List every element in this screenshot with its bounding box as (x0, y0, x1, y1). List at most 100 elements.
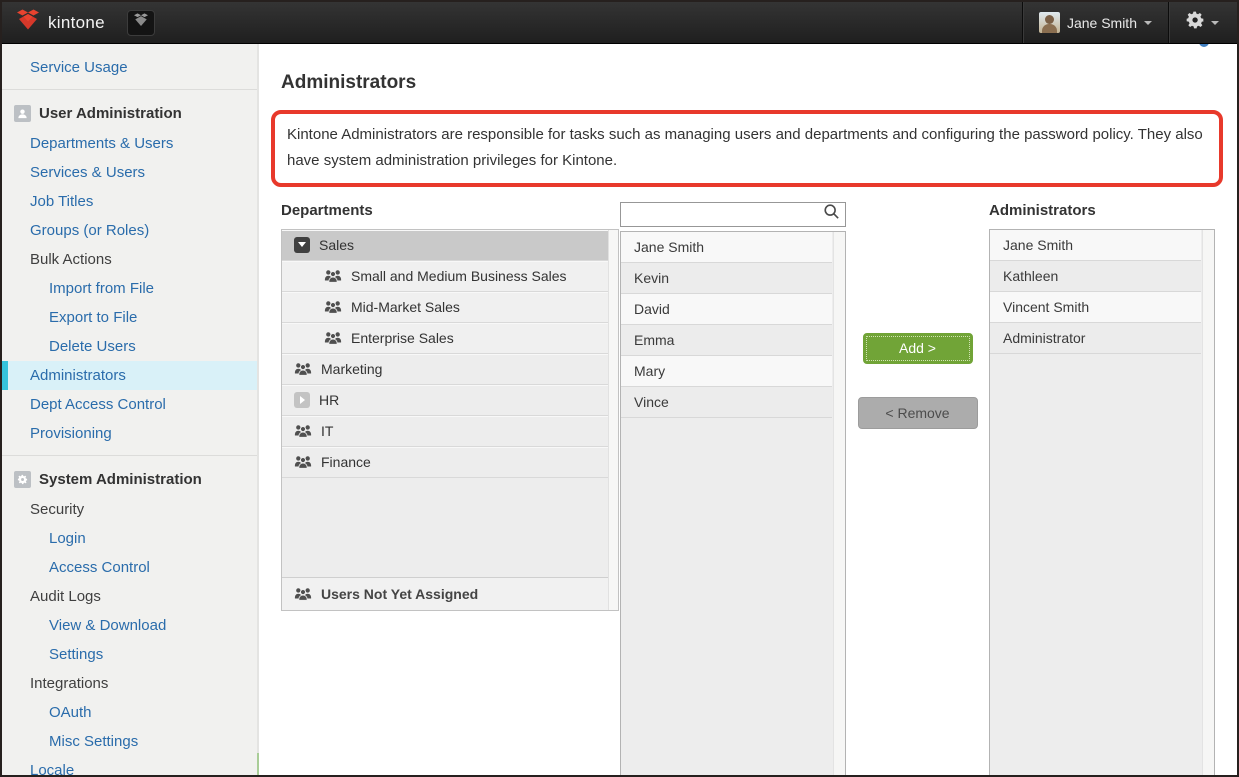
app-body: Service Usage User Administration Departme… (2, 44, 1237, 777)
sidebar-section-system-administration: System Administration (2, 463, 257, 495)
people-icon (294, 454, 312, 469)
user-list-scrollbar[interactable] (833, 232, 845, 777)
sidebar-item-services-users[interactable]: Services & Users (2, 158, 257, 187)
department-row-users-not-yet-assigned[interactable]: Users Not Yet Assigned (282, 577, 608, 610)
sidebar-item-misc-settings[interactable]: Misc Settings (2, 727, 257, 756)
sidebar-item-export-to-file[interactable]: Export to File (2, 303, 257, 332)
user-search-box (620, 202, 846, 227)
gear-badge-icon (14, 471, 31, 488)
departments-empty-area (282, 478, 608, 577)
chevron-down-icon (1144, 21, 1152, 25)
help-icon[interactable] (1199, 44, 1209, 47)
sidebar-item-settings[interactable]: Settings (2, 640, 257, 669)
departments-tree: Sales Small and Medium Business Sales Mid-… (281, 229, 619, 611)
admin-row-kathleen[interactable]: Kathleen (990, 261, 1201, 292)
department-label: Users Not Yet Assigned (321, 586, 478, 602)
triangle-down-icon[interactable] (294, 237, 310, 253)
topbar: kintone Jane Smith (2, 2, 1237, 44)
sidebar-item-view-download[interactable]: View & Download (2, 611, 257, 640)
sidebar-item-job-titles[interactable]: Job Titles (2, 187, 257, 216)
sidebar-item-bulk-actions: Bulk Actions (2, 245, 257, 274)
user-row-kevin[interactable]: Kevin (621, 263, 832, 294)
admin-row-administrator[interactable]: Administrator (990, 323, 1201, 354)
admin-row-jane-smith[interactable]: Jane Smith (990, 230, 1201, 261)
user-row-david[interactable]: David (621, 294, 832, 325)
page-description: Kintone Administrators are responsible f… (287, 126, 1203, 169)
department-row-hr[interactable]: HR (282, 385, 608, 416)
administrators-header: Administrators (989, 202, 1215, 229)
sidebar-divider (2, 455, 257, 456)
administrator-rows: Jane SmithKathleenVincent SmithAdministr… (990, 230, 1214, 354)
department-row-marketing[interactable]: Marketing (282, 354, 608, 385)
sidebar-item-access-control[interactable]: Access Control (2, 553, 257, 582)
person-badge-icon (14, 105, 31, 122)
department-row-it[interactable]: IT (282, 416, 608, 447)
main-content: Administrators Kintone Administrators ar… (259, 44, 1237, 777)
user-name: Jane Smith (1067, 15, 1137, 31)
admin-row-vincent-smith[interactable]: Vincent Smith (990, 292, 1201, 323)
transfer-buttons: Add > < Remove (846, 202, 989, 429)
user-list: Jane SmithKevinDavidEmmaMaryVince (620, 231, 846, 777)
user-row-emma[interactable]: Emma (621, 325, 832, 356)
administrators-list-scrollbar[interactable] (1202, 230, 1214, 777)
workspace-switcher-button[interactable] (127, 10, 155, 36)
people-icon (324, 299, 342, 314)
departments-column: Departments SalesSmall and Medium Busine… (281, 202, 619, 611)
administrators-list: Jane SmithKathleenVincent SmithAdministr… (989, 229, 1215, 777)
sidebar-section-user-administration: User Administration (2, 97, 257, 129)
user-menu-button[interactable]: Jane Smith (1022, 2, 1169, 43)
administrators-column: Administrators Jane SmithKathleenVincent… (989, 202, 1215, 777)
people-icon (324, 268, 342, 283)
sidebar-item-security: Security (2, 495, 257, 524)
department-row-mid-market-sales[interactable]: Mid-Market Sales (282, 292, 608, 323)
app-window: kintone Jane Smith (0, 0, 1239, 777)
sidebar-item-login[interactable]: Login (2, 524, 257, 553)
triangle-right-icon[interactable] (294, 392, 310, 408)
sidebar-section-label: User Administration (39, 105, 182, 122)
department-row-sales[interactable]: Sales (282, 230, 608, 261)
avatar (1039, 12, 1060, 33)
user-search-input[interactable] (621, 203, 822, 226)
department-row-small-and-medium-business-sales[interactable]: Small and Medium Business Sales (282, 261, 608, 292)
sidebar-item-delete-users[interactable]: Delete Users (2, 332, 257, 361)
chevron-down-icon (1211, 21, 1219, 25)
sidebar-section-label: System Administration (39, 471, 202, 488)
kintone-mark-icon (16, 9, 40, 36)
sidebar-item-audit-logs: Audit Logs (2, 582, 257, 611)
search-icon[interactable] (822, 202, 841, 226)
departments-list: Sales Small and Medium Business Sales Mid-… (282, 230, 618, 610)
settings-menu-button[interactable] (1169, 2, 1225, 43)
people-icon (324, 330, 342, 345)
sidebar-item-groups-or-roles[interactable]: Groups (or Roles) (2, 216, 257, 245)
topbar-right: Jane Smith (1022, 2, 1225, 43)
brand[interactable]: kintone (16, 9, 105, 36)
remove-button[interactable]: < Remove (858, 397, 978, 429)
sidebar-item-import-from-file[interactable]: Import from File (2, 274, 257, 303)
brand-name: kintone (48, 13, 105, 33)
sidebar-nav: Service Usage User Administration Departme… (2, 53, 257, 777)
department-row-enterprise-sales[interactable]: Enterprise Sales (282, 323, 608, 354)
add-button[interactable]: Add > (863, 333, 973, 364)
sidebar-item-oauth[interactable]: OAuth (2, 698, 257, 727)
user-rows: Jane SmithKevinDavidEmmaMaryVince (621, 232, 845, 418)
user-row-vince[interactable]: Vince (621, 387, 832, 418)
sidebar-item-administrators[interactable]: Administrators (2, 361, 257, 390)
admin-picker: Departments SalesSmall and Medium Busine… (281, 202, 1215, 777)
department-label: Marketing (321, 361, 382, 377)
department-row-finance[interactable]: Finance (282, 447, 608, 478)
user-row-mary[interactable]: Mary (621, 356, 832, 387)
sidebar-item-dept-access-control[interactable]: Dept Access Control (2, 390, 257, 419)
departments-scrollbar[interactable] (608, 230, 618, 610)
people-icon (294, 361, 312, 376)
sidebar-item-departments-users[interactable]: Departments & Users (2, 129, 257, 158)
people-icon (294, 423, 312, 438)
department-label: Finance (321, 454, 371, 470)
sidebar-item-locale[interactable]: Locale (2, 756, 257, 777)
sidebar: Service Usage User Administration Departme… (2, 44, 259, 777)
user-row-jane-smith[interactable]: Jane Smith (621, 232, 832, 263)
gear-icon (1185, 10, 1205, 35)
sidebar-item-service-usage[interactable]: Service Usage (2, 53, 257, 82)
users-column: Jane SmithKevinDavidEmmaMaryVince (620, 202, 846, 777)
sidebar-item-provisioning[interactable]: Provisioning (2, 419, 257, 448)
department-label: Small and Medium Business Sales (351, 268, 567, 284)
